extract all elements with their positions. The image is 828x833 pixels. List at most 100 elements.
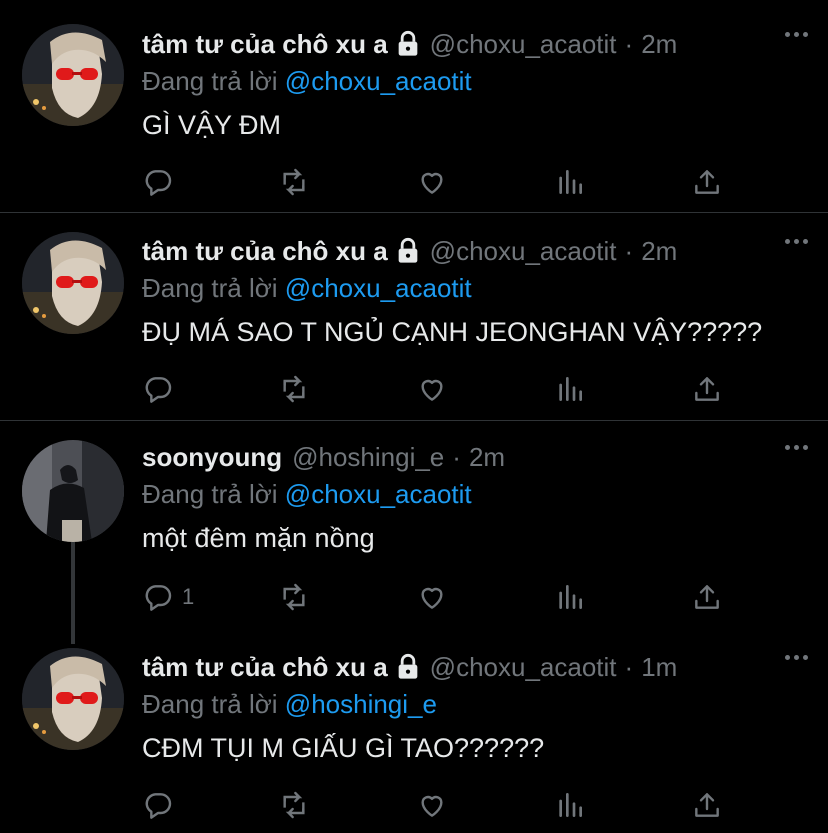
timestamp[interactable]: 1m (641, 652, 677, 683)
retweet-button[interactable] (278, 373, 310, 405)
share-button[interactable] (691, 373, 723, 405)
reply-button[interactable]: 1 (142, 581, 194, 613)
more-icon[interactable] (785, 655, 808, 660)
heart-icon (421, 587, 443, 609)
timestamp[interactable]: 2m (469, 442, 505, 473)
avatar[interactable] (22, 232, 124, 334)
share-icon (695, 793, 719, 817)
share-icon (695, 377, 719, 401)
views-button[interactable] (554, 166, 586, 198)
tweet-header: tâm tư của chô xu a @choxu_acaotit · 1m (142, 649, 808, 685)
tweet-actions (142, 373, 742, 413)
lock-icon (394, 237, 422, 265)
views-icon (559, 170, 582, 194)
more-icon[interactable] (785, 32, 808, 37)
avatar-red-glasses (22, 232, 124, 334)
views-icon (559, 793, 582, 817)
retweet-icon (283, 375, 305, 403)
timestamp[interactable]: 2m (641, 236, 677, 267)
replying-to-link[interactable]: @choxu_acaotit (285, 273, 472, 303)
share-button[interactable] (691, 581, 723, 613)
heart-icon (421, 379, 443, 401)
avatar-dark-figure (22, 440, 124, 542)
avatar-red-glasses (22, 24, 124, 126)
share-button[interactable] (691, 166, 723, 198)
user-handle[interactable]: @choxu_acaotit (430, 236, 617, 267)
tweet-text: một đêm mặn nồng (142, 523, 375, 553)
like-button[interactable] (416, 789, 448, 821)
display-name[interactable]: tâm tư của chô xu a (142, 236, 388, 267)
tweet[interactable]: tâm tư của chô xu a @choxu_acaotit · 2m … (0, 213, 828, 421)
user-handle[interactable]: @hoshingi_e (292, 442, 444, 473)
tweet-body: tâm tư của chô xu a @choxu_acaotit · 1m … (142, 649, 808, 819)
avatar[interactable] (22, 648, 124, 750)
tweet[interactable]: tâm tư của chô xu a @choxu_acaotit · 1m … (0, 629, 828, 833)
avatar[interactable] (22, 24, 124, 126)
share-icon (695, 585, 719, 609)
reply-icon (145, 377, 172, 403)
tweet-text: ĐỤ MÁ SAO T NGỦ CẠNH JEONGHAN VẬY????? (142, 317, 763, 347)
tweet-actions: 1 (142, 581, 742, 621)
retweet-button[interactable] (278, 166, 310, 198)
tweet-text: CĐM TỤI M GIẤU GÌ TAO?????? (142, 733, 545, 763)
avatar[interactable] (22, 440, 124, 542)
reply-button[interactable] (142, 373, 182, 405)
tweet-actions (142, 166, 742, 206)
separator: · (624, 28, 634, 59)
user-handle[interactable]: @choxu_acaotit (430, 652, 617, 683)
separator: · (624, 651, 634, 682)
replying-prefix: Đang trả lời (142, 689, 278, 719)
avatar-red-glasses (22, 648, 124, 750)
tweet[interactable]: soonyoung @hoshingi_e · 2m Đang trả lời … (0, 421, 828, 644)
reply-button[interactable] (142, 166, 182, 198)
display-name[interactable]: tâm tư của chô xu a (142, 29, 388, 60)
tweet[interactable]: tâm tư của chô xu a @choxu_acaotit · 2m … (0, 0, 828, 213)
timestamp[interactable]: 2m (641, 29, 677, 60)
more-icon[interactable] (785, 445, 808, 450)
replying-prefix: Đang trả lời (142, 66, 278, 96)
retweet-icon (283, 168, 305, 196)
display-name[interactable]: soonyoung (142, 442, 282, 473)
tweet-text: GÌ VẬY ĐM (142, 110, 282, 140)
like-button[interactable] (416, 373, 448, 405)
replying-prefix: Đang trả lời (142, 479, 278, 509)
separator: · (624, 235, 634, 266)
separator: · (452, 441, 461, 472)
user-handle[interactable]: @choxu_acaotit (430, 29, 617, 60)
display-name[interactable]: tâm tư của chô xu a (142, 652, 388, 683)
share-button[interactable] (691, 789, 723, 821)
more-icon[interactable] (785, 239, 808, 244)
retweet-icon (283, 583, 305, 611)
replying-prefix: Đang trả lời (142, 273, 278, 303)
reply-button[interactable] (142, 789, 182, 821)
views-icon (559, 585, 582, 609)
share-icon (695, 170, 719, 194)
replying-to: Đang trả lời @choxu_acaotit (142, 477, 808, 511)
retweet-button[interactable] (278, 789, 310, 821)
retweet-icon (283, 791, 305, 819)
reply-count: 1 (182, 584, 195, 609)
replying-to: Đang trả lời @choxu_acaotit (142, 271, 808, 305)
replying-to-link[interactable]: @choxu_acaotit (285, 66, 472, 96)
views-icon (559, 377, 582, 401)
replying-to-link[interactable]: @choxu_acaotit (285, 479, 472, 509)
tweet-body: tâm tư của chô xu a @choxu_acaotit · 2m … (142, 26, 808, 196)
heart-icon (421, 172, 443, 194)
like-button[interactable] (416, 581, 448, 613)
tweet-body: soonyoung @hoshingi_e · 2m Đang trả lời … (142, 439, 808, 611)
retweet-button[interactable] (278, 581, 310, 613)
views-button[interactable] (554, 581, 586, 613)
timeline-feed: tâm tư của chô xu a @choxu_acaotit · 2m … (0, 0, 828, 833)
tweet-header: tâm tư của chô xu a @choxu_acaotit · 2m (142, 26, 808, 62)
tweet-header: soonyoung @hoshingi_e · 2m (142, 439, 808, 475)
views-button[interactable] (554, 373, 586, 405)
reply-icon (145, 170, 172, 196)
reply-icon (145, 585, 172, 611)
lock-icon (394, 653, 422, 681)
like-button[interactable] (416, 166, 448, 198)
tweet-actions (142, 789, 742, 829)
replying-to-link[interactable]: @hoshingi_e (285, 689, 437, 719)
views-button[interactable] (554, 789, 586, 821)
heart-icon (421, 795, 443, 817)
replying-to: Đang trả lời @hoshingi_e (142, 687, 808, 721)
